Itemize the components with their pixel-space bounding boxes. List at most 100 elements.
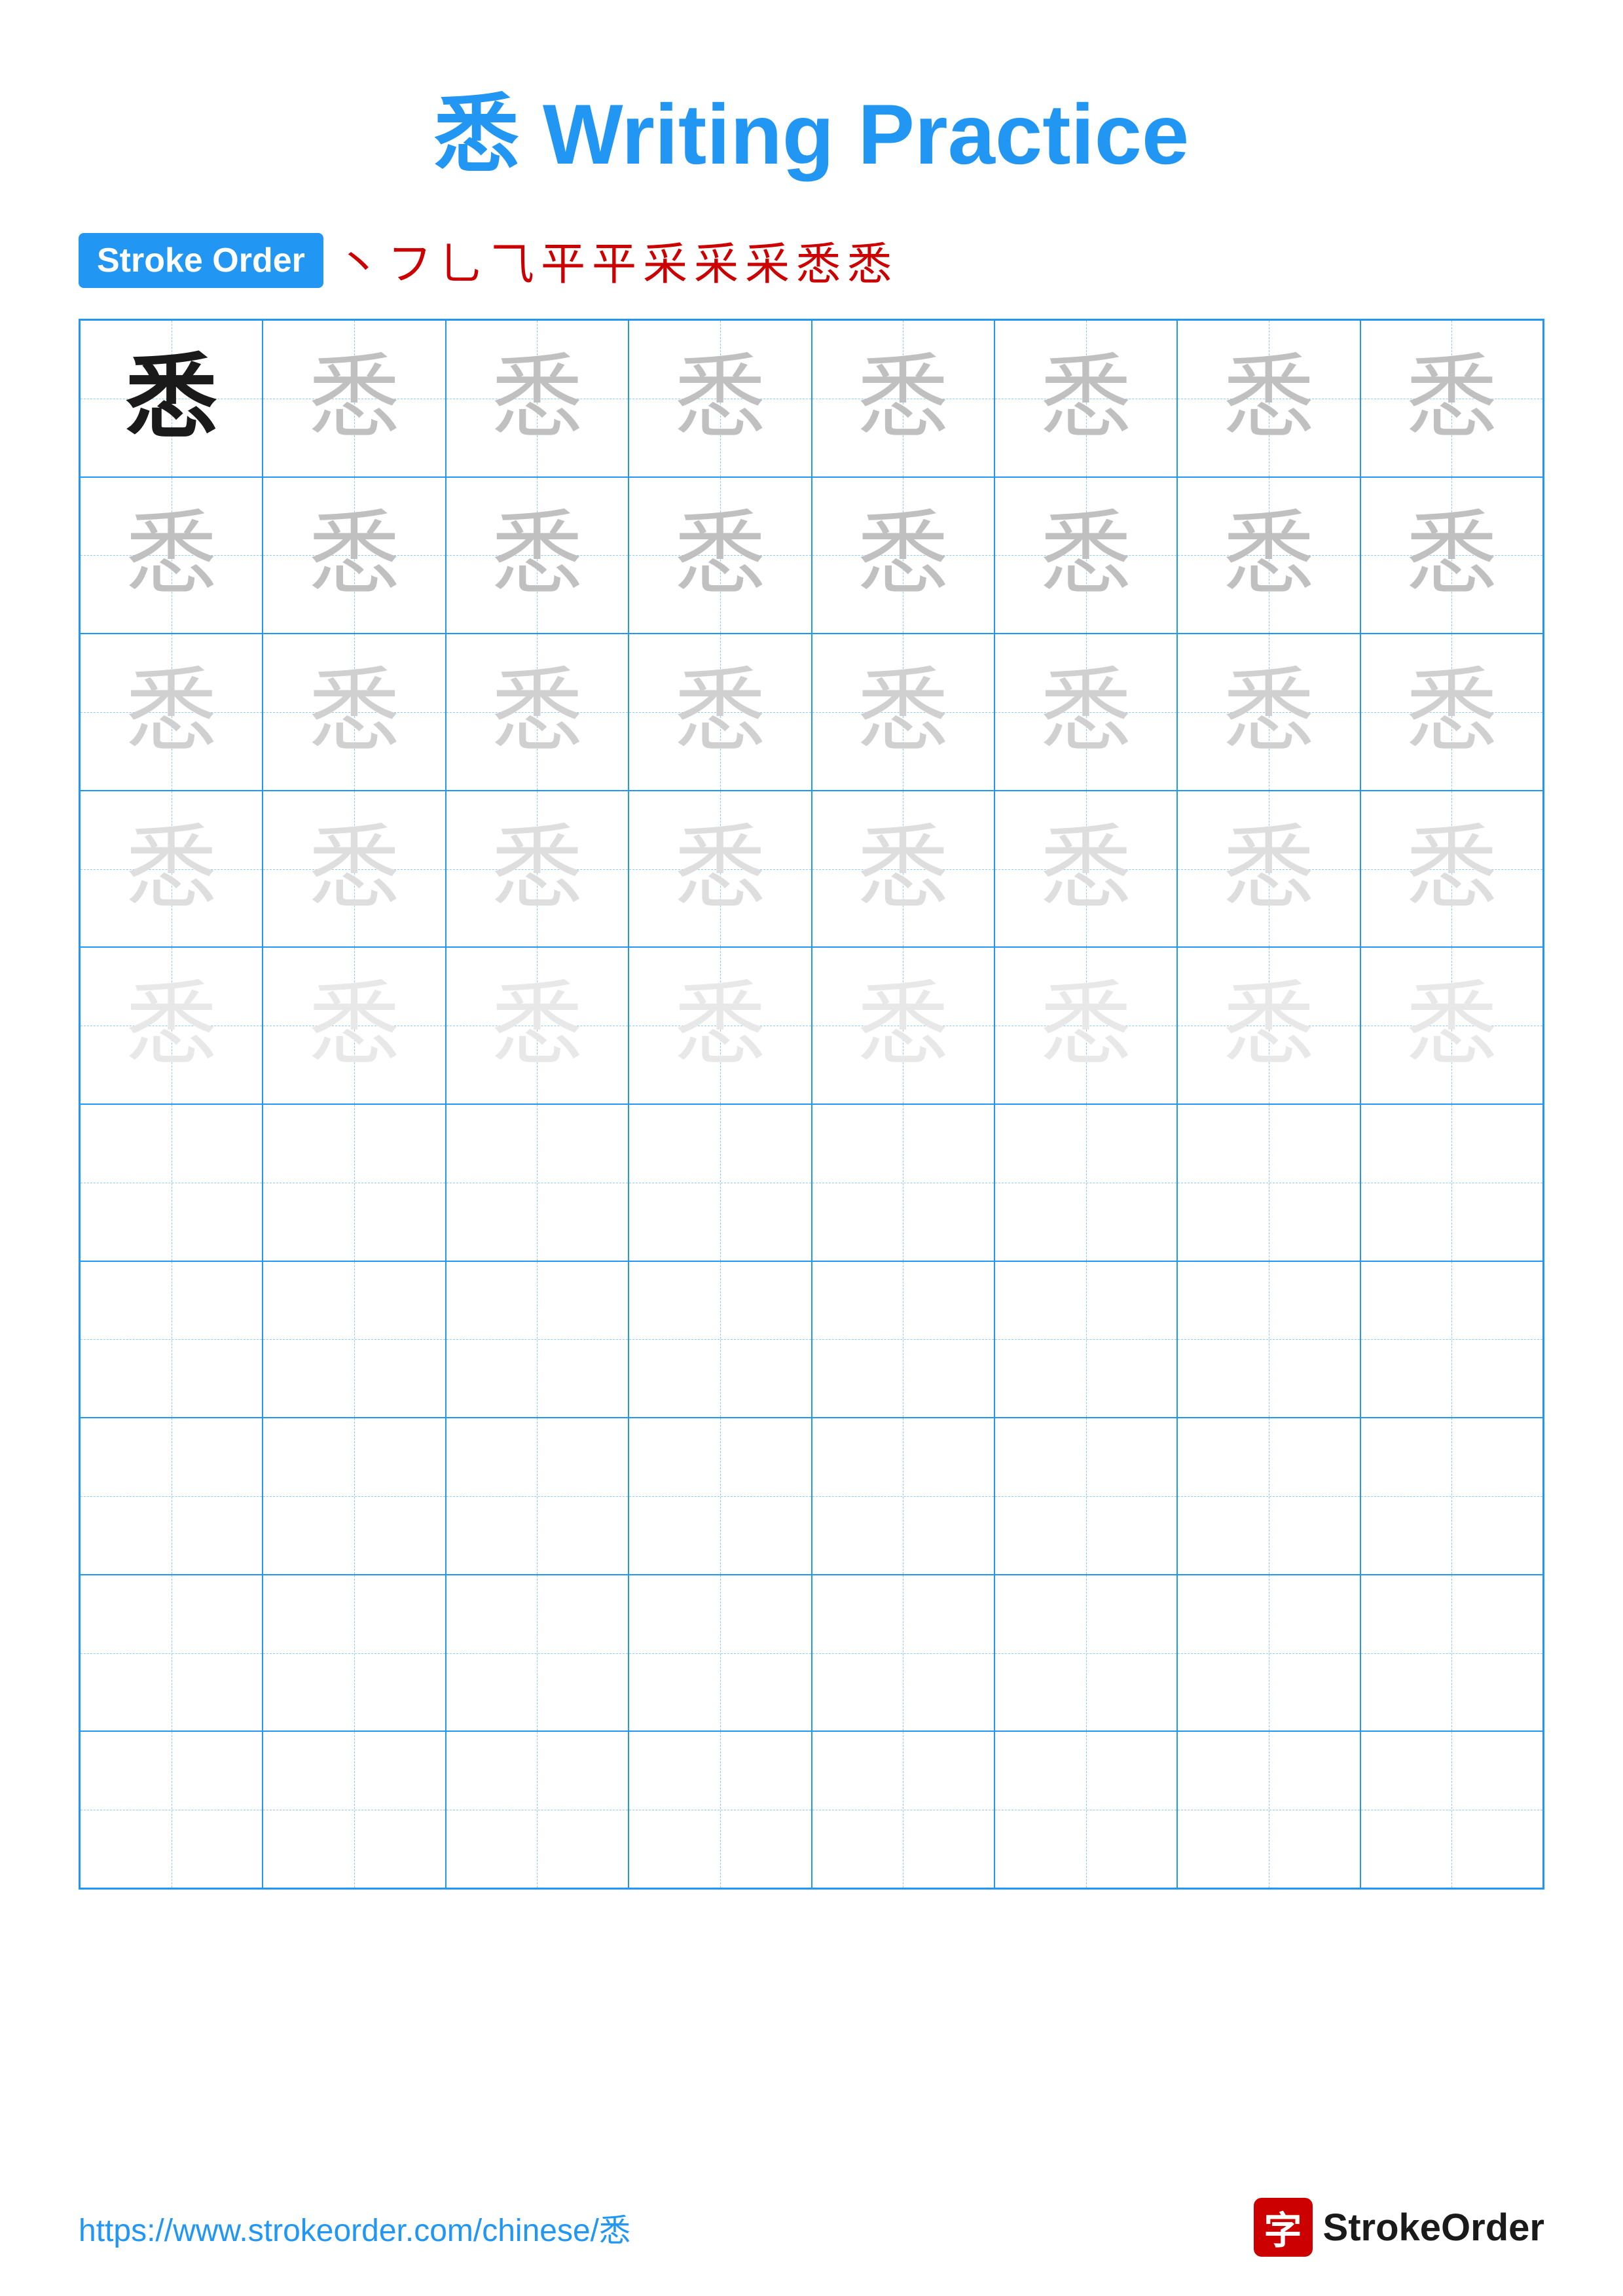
- grid-cell[interactable]: [1360, 1261, 1543, 1418]
- grid-cell[interactable]: 悉: [629, 791, 811, 948]
- grid-cell[interactable]: 悉: [1360, 791, 1543, 948]
- practice-char: 悉: [857, 980, 949, 1071]
- grid-cell[interactable]: [629, 1104, 811, 1261]
- grid-cell[interactable]: 悉: [1177, 947, 1360, 1104]
- grid-cell[interactable]: 悉: [80, 320, 263, 477]
- grid-cell[interactable]: 悉: [1177, 477, 1360, 634]
- practice-char: 悉: [674, 509, 766, 601]
- grid-cell[interactable]: [446, 1731, 629, 1888]
- grid-cell[interactable]: [263, 1575, 445, 1732]
- grid-cell[interactable]: 悉: [446, 634, 629, 791]
- grid-cell[interactable]: 悉: [263, 947, 445, 1104]
- grid-cell[interactable]: [1360, 1575, 1543, 1732]
- grid-cell[interactable]: 悉: [629, 320, 811, 477]
- grid-cell[interactable]: [812, 1418, 994, 1575]
- grid-cell[interactable]: [629, 1261, 811, 1418]
- grid-cell[interactable]: 悉: [1360, 634, 1543, 791]
- practice-char: 悉: [857, 823, 949, 915]
- grid-cell[interactable]: 悉: [80, 947, 263, 1104]
- grid-cell[interactable]: [263, 1104, 445, 1261]
- practice-char: 悉: [308, 666, 400, 758]
- grid-cell[interactable]: 悉: [629, 947, 811, 1104]
- stroke-7: 采: [643, 228, 687, 293]
- grid-cell[interactable]: [812, 1261, 994, 1418]
- grid-cell[interactable]: 悉: [263, 634, 445, 791]
- stroke-4: ⺄: [490, 228, 534, 293]
- grid-cell[interactable]: [1177, 1261, 1360, 1418]
- grid-cell[interactable]: 悉: [446, 477, 629, 634]
- grid-cell[interactable]: [812, 1575, 994, 1732]
- grid-cell[interactable]: 悉: [263, 320, 445, 477]
- grid-cell[interactable]: [80, 1261, 263, 1418]
- grid-cell[interactable]: [1177, 1104, 1360, 1261]
- practice-char: 悉: [491, 823, 583, 915]
- grid-cell[interactable]: 悉: [812, 947, 994, 1104]
- grid-cell[interactable]: 悉: [812, 477, 994, 634]
- footer-logo-icon: 字: [1254, 2198, 1313, 2257]
- grid-cell[interactable]: [629, 1731, 811, 1888]
- grid-cell[interactable]: 悉: [812, 634, 994, 791]
- grid-cell[interactable]: 悉: [263, 477, 445, 634]
- practice-char: 悉: [1040, 666, 1132, 758]
- grid-cell[interactable]: [1360, 1104, 1543, 1261]
- grid-cell[interactable]: [1177, 1418, 1360, 1575]
- grid-cell[interactable]: [1360, 1418, 1543, 1575]
- grid-cell[interactable]: [994, 1104, 1177, 1261]
- stroke-1: 丶: [337, 228, 381, 293]
- grid-cell[interactable]: [1177, 1731, 1360, 1888]
- grid-cell[interactable]: [629, 1418, 811, 1575]
- grid-cell[interactable]: 悉: [80, 791, 263, 948]
- grid-cell[interactable]: [994, 1575, 1177, 1732]
- practice-char: 悉: [491, 509, 583, 601]
- grid-cell[interactable]: [629, 1575, 811, 1732]
- grid-cell[interactable]: 悉: [1177, 320, 1360, 477]
- grid-cell[interactable]: 悉: [812, 791, 994, 948]
- grid-cell[interactable]: [812, 1731, 994, 1888]
- writing-grid[interactable]: 悉悉悉悉悉悉悉悉悉悉悉悉悉悉悉悉悉悉悉悉悉悉悉悉悉悉悉悉悉悉悉悉悉悉悉悉悉悉悉悉: [79, 319, 1544, 1890]
- practice-char: 悉: [308, 353, 400, 444]
- grid-cell[interactable]: [263, 1731, 445, 1888]
- grid-cell[interactable]: 悉: [1177, 791, 1360, 948]
- grid-cell[interactable]: 悉: [1360, 477, 1543, 634]
- practice-char: 悉: [126, 353, 217, 444]
- grid-cell[interactable]: [812, 1104, 994, 1261]
- grid-cell[interactable]: [994, 1731, 1177, 1888]
- stroke-2: フ: [388, 228, 432, 293]
- grid-cell[interactable]: [263, 1418, 445, 1575]
- grid-cell[interactable]: 悉: [80, 634, 263, 791]
- practice-char: 悉: [674, 823, 766, 915]
- grid-cell[interactable]: [80, 1104, 263, 1261]
- practice-char: 悉: [491, 980, 583, 1071]
- grid-cell[interactable]: 悉: [1360, 320, 1543, 477]
- grid-cell[interactable]: 悉: [994, 634, 1177, 791]
- grid-cell[interactable]: 悉: [994, 477, 1177, 634]
- grid-cell[interactable]: [446, 1418, 629, 1575]
- grid-cell[interactable]: [1177, 1575, 1360, 1732]
- grid-cell[interactable]: 悉: [629, 477, 811, 634]
- grid-cell[interactable]: [994, 1418, 1177, 1575]
- grid-cell[interactable]: 悉: [446, 791, 629, 948]
- grid-cell[interactable]: 悉: [263, 791, 445, 948]
- grid-cell[interactable]: [80, 1418, 263, 1575]
- grid-cell[interactable]: [446, 1575, 629, 1732]
- grid-cell[interactable]: 悉: [629, 634, 811, 791]
- grid-cell[interactable]: [80, 1731, 263, 1888]
- grid-cell[interactable]: [263, 1261, 445, 1418]
- grid-cell[interactable]: 悉: [994, 947, 1177, 1104]
- practice-char: 悉: [857, 509, 949, 601]
- practice-char: 悉: [308, 509, 400, 601]
- grid-cell[interactable]: 悉: [446, 947, 629, 1104]
- grid-cell[interactable]: 悉: [994, 320, 1177, 477]
- grid-cell[interactable]: [994, 1261, 1177, 1418]
- title-char: 悉: [434, 86, 519, 182]
- grid-cell[interactable]: [80, 1575, 263, 1732]
- grid-cell[interactable]: [446, 1261, 629, 1418]
- grid-cell[interactable]: 悉: [446, 320, 629, 477]
- grid-cell[interactable]: [446, 1104, 629, 1261]
- grid-cell[interactable]: [1360, 1731, 1543, 1888]
- grid-cell[interactable]: 悉: [812, 320, 994, 477]
- grid-cell[interactable]: 悉: [1177, 634, 1360, 791]
- grid-cell[interactable]: 悉: [1360, 947, 1543, 1104]
- grid-cell[interactable]: 悉: [80, 477, 263, 634]
- grid-cell[interactable]: 悉: [994, 791, 1177, 948]
